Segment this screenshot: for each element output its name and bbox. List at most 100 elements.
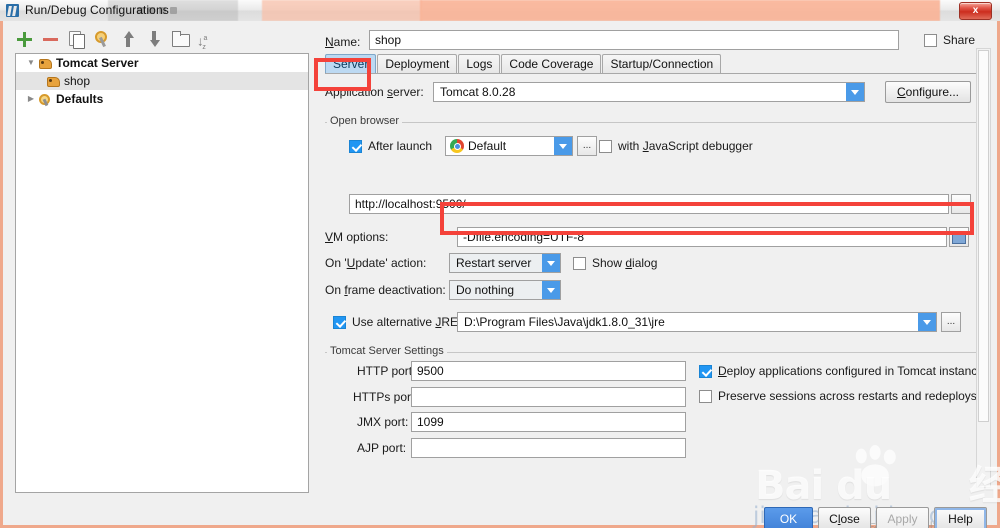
browser-url-browse-button[interactable]: ... bbox=[951, 194, 971, 214]
after-launch-checkbox[interactable] bbox=[349, 139, 362, 153]
tab-logs[interactable]: Logs bbox=[458, 54, 501, 74]
http-port-input[interactable] bbox=[411, 361, 686, 381]
deploy-applications-checkbox[interactable] bbox=[699, 364, 712, 378]
copy-configuration-button[interactable] bbox=[67, 30, 85, 49]
alternative-jre-combo[interactable]: D:\Program Files\Java\jdk1.8.0_31\jre bbox=[457, 312, 937, 332]
show-dialog-checkbox-row[interactable]: Show dialog bbox=[573, 256, 657, 270]
window-title: Run/Debug Configurations bbox=[25, 3, 169, 17]
chevron-down-icon[interactable] bbox=[846, 83, 864, 101]
sort-configurations-button[interactable]: ↓az bbox=[197, 30, 215, 51]
alternative-jre-checkbox[interactable] bbox=[333, 315, 346, 329]
move-down-button[interactable] bbox=[145, 30, 163, 48]
name-input[interactable] bbox=[369, 30, 899, 50]
after-launch-checkbox-row[interactable]: After launch bbox=[349, 139, 432, 153]
add-configuration-button[interactable] bbox=[15, 30, 33, 48]
open-browser-group-line bbox=[325, 122, 985, 123]
browser-browse-button[interactable]: ... bbox=[577, 136, 597, 156]
tree-item-defaults[interactable]: ▶ Defaults bbox=[16, 90, 308, 108]
chevron-down-icon[interactable] bbox=[542, 281, 560, 299]
preserve-sessions-checkbox-row[interactable]: Preserve sessions across restarts and re… bbox=[699, 389, 977, 403]
tab-startup-connection[interactable]: Startup/Connection bbox=[602, 54, 722, 74]
deploy-applications-label: Deploy applications configured in Tomcat… bbox=[718, 364, 984, 378]
application-server-value: Tomcat 8.0.28 bbox=[440, 85, 516, 99]
dialog-client-area: ↓az ▼ Tomcat Server shop ▶ Defaults Name… bbox=[0, 21, 1000, 528]
window-titlebar: Run/Debug Configurations x bbox=[0, 0, 1000, 22]
alternative-jre-browse-button[interactable]: ... bbox=[941, 312, 961, 332]
alternative-jre-value: D:\Program Files\Java\jdk1.8.0_31\jre bbox=[464, 315, 665, 329]
on-update-action-value: Restart server bbox=[456, 256, 532, 270]
tree-item-label: Defaults bbox=[56, 92, 104, 106]
wrench-icon bbox=[38, 92, 52, 106]
alternative-jre-label: Use alternative JRE: bbox=[352, 315, 462, 329]
ajp-port-input[interactable] bbox=[411, 438, 686, 458]
tree-item-label: Tomcat Server bbox=[56, 56, 139, 70]
ajp-port-label: AJP port: bbox=[357, 441, 407, 455]
new-folder-button[interactable] bbox=[171, 30, 190, 48]
chevron-down-icon[interactable] bbox=[554, 137, 572, 155]
name-label: Name: bbox=[325, 35, 361, 49]
apply-button[interactable]: Apply bbox=[876, 507, 929, 528]
chevron-down-icon[interactable] bbox=[918, 313, 936, 331]
tab-deployment[interactable]: Deployment bbox=[377, 54, 458, 74]
chevron-down-icon[interactable] bbox=[542, 254, 560, 272]
browser-select-value: Default bbox=[468, 139, 507, 153]
ok-button[interactable]: OK bbox=[764, 507, 813, 528]
application-server-combo[interactable]: Tomcat 8.0.28 bbox=[433, 82, 865, 102]
tomcat-icon bbox=[46, 74, 60, 88]
on-frame-deactivation-label: On frame deactivation: bbox=[325, 283, 446, 297]
deploy-applications-checkbox-row[interactable]: Deploy applications configured in Tomcat… bbox=[699, 364, 984, 378]
js-debugger-label: with JavaScript debugger bbox=[618, 139, 753, 153]
vm-options-input[interactable] bbox=[457, 227, 947, 247]
move-up-button[interactable] bbox=[119, 30, 137, 48]
alternative-jre-checkbox-row[interactable]: Use alternative JRE: bbox=[333, 315, 461, 329]
titlebar-blur-2 bbox=[262, 0, 422, 21]
configure-button[interactable]: Configure... bbox=[885, 81, 971, 103]
js-debugger-checkbox-row[interactable]: with JavaScript debugger bbox=[599, 139, 753, 153]
share-checkbox-row[interactable]: Share bbox=[924, 33, 975, 47]
share-label: Share bbox=[943, 33, 976, 47]
on-frame-deactivation-combo[interactable]: Do nothing bbox=[449, 280, 561, 300]
https-port-label: HTTPs port: bbox=[353, 390, 418, 404]
scrollbar-thumb[interactable] bbox=[978, 50, 989, 422]
close-button[interactable]: Close bbox=[818, 507, 871, 528]
help-button[interactable]: Help bbox=[934, 507, 987, 528]
tab-server[interactable]: Server bbox=[325, 54, 377, 74]
tree-item-tomcat-server[interactable]: ▼ Tomcat Server bbox=[16, 54, 308, 72]
jmx-port-input[interactable] bbox=[411, 412, 686, 432]
vm-options-label: VM options: bbox=[325, 230, 389, 244]
after-launch-label: After launch bbox=[368, 139, 433, 153]
chrome-icon bbox=[450, 139, 464, 153]
http-port-label: HTTP port: bbox=[357, 364, 416, 378]
expand-editor-icon[interactable] bbox=[949, 227, 969, 247]
tab-code-coverage[interactable]: Code Coverage bbox=[501, 54, 602, 74]
configuration-tabs: Server Deployment Logs Code Coverage Sta… bbox=[325, 53, 722, 74]
share-checkbox[interactable] bbox=[924, 33, 937, 47]
intellij-idea-icon bbox=[6, 4, 19, 17]
browser-select-combo[interactable]: Default bbox=[445, 136, 573, 156]
configurations-toolbar: ↓az bbox=[15, 27, 305, 51]
on-update-action-combo[interactable]: Restart server bbox=[449, 253, 561, 273]
screen-root: Run/Debug Configurations x ↓az ▼ Tomcat … bbox=[0, 0, 1000, 528]
close-icon[interactable]: x bbox=[959, 2, 992, 20]
show-dialog-checkbox[interactable] bbox=[573, 256, 586, 270]
configure-button-label: Configure... bbox=[896, 85, 960, 99]
configuration-editor-panel: Name: Share Server Deployment Logs Code … bbox=[317, 27, 989, 493]
titlebar-blur-3 bbox=[420, 0, 940, 21]
twisty-expanded-icon[interactable]: ▼ bbox=[24, 54, 38, 72]
application-server-label: Application server: bbox=[325, 85, 424, 99]
editor-scrollbar[interactable] bbox=[976, 48, 991, 488]
https-port-input[interactable] bbox=[411, 387, 686, 407]
run-debug-configurations-dialog: Run/Debug Configurations x ↓az ▼ Tomcat … bbox=[0, 0, 1000, 528]
preserve-sessions-checkbox[interactable] bbox=[699, 389, 712, 403]
edit-defaults-button[interactable] bbox=[93, 30, 111, 48]
tabs-underline bbox=[325, 73, 985, 74]
twisty-collapsed-icon[interactable]: ▶ bbox=[24, 90, 38, 108]
remove-configuration-button[interactable] bbox=[41, 30, 59, 48]
browser-url-input[interactable] bbox=[349, 194, 949, 214]
configurations-tree[interactable]: ▼ Tomcat Server shop ▶ Defaults bbox=[15, 53, 309, 493]
tree-item-shop[interactable]: shop bbox=[16, 72, 308, 90]
jmx-port-label: JMX port: bbox=[357, 415, 409, 429]
js-debugger-checkbox[interactable] bbox=[599, 139, 612, 153]
close-button-label: Close bbox=[829, 512, 860, 526]
show-dialog-label: Show dialog bbox=[592, 256, 658, 270]
